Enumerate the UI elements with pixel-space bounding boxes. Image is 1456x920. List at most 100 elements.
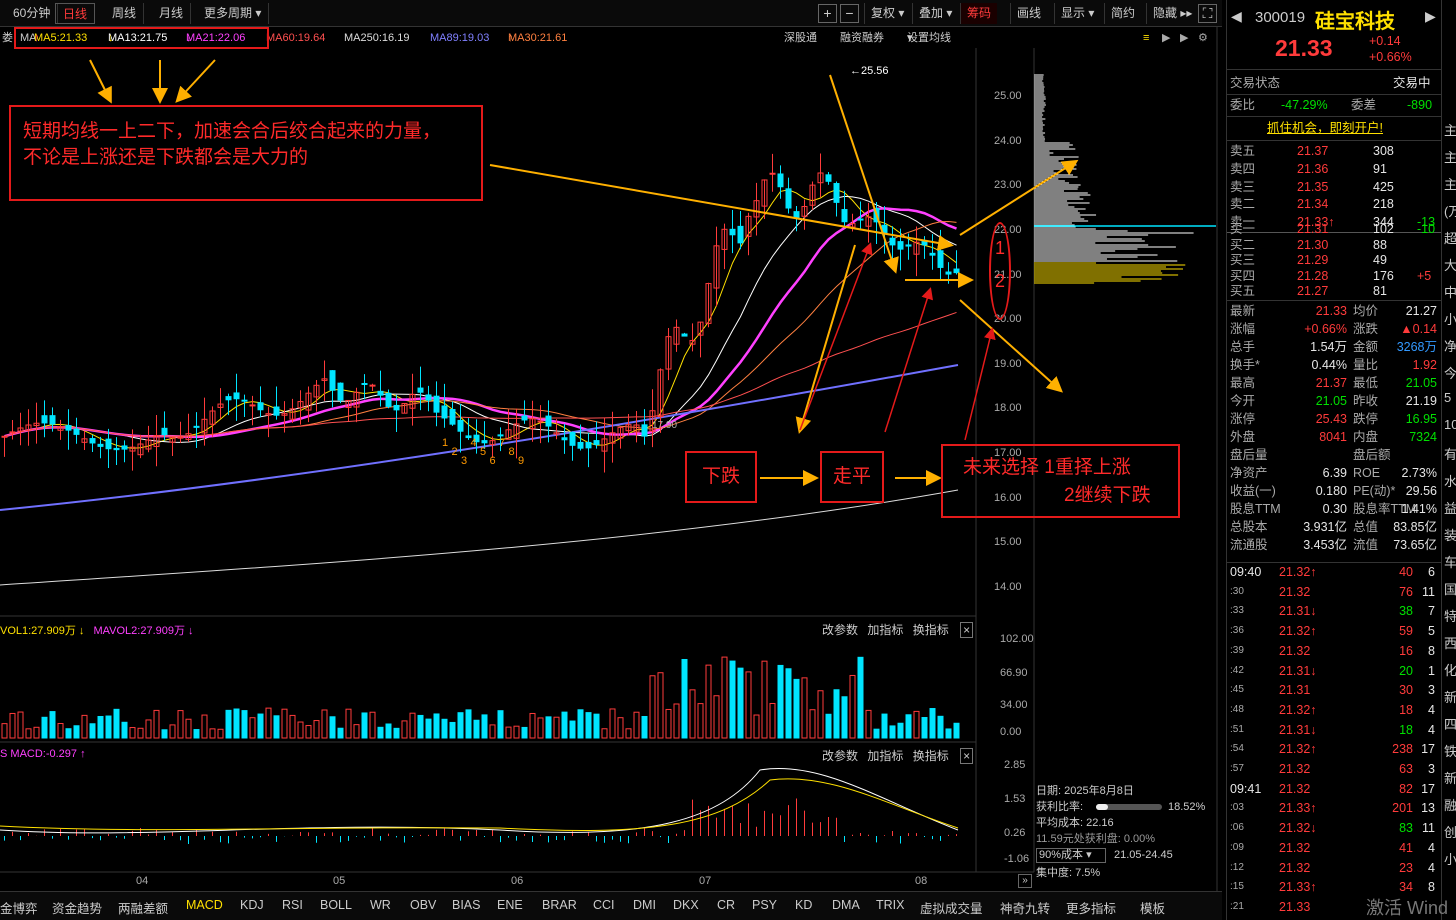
indicator-tab[interactable]: KD [795,898,812,912]
indicator-tab[interactable]: WR [370,898,391,912]
indicator-tab[interactable]: BRAR [542,898,577,912]
macd-switch-indicator[interactable]: 换指标 [913,749,949,763]
indicator-tab[interactable]: 金博弈 [0,898,38,917]
stat-row: 股息TTM 0.30 股息率TTM 1.41% [1227,500,1441,518]
promo-link[interactable]: 抓住机会，即刻开户! [1267,119,1383,137]
far-right-char: 四 [1444,717,1456,732]
indicator-tab[interactable]: DMA [832,898,860,912]
volume-bar [929,708,936,739]
count-label: 2 [452,446,458,458]
far-right-char: 主 [1444,177,1456,192]
ask-volume: 218 [1373,197,1394,212]
volume-bar [297,721,304,739]
volume-bar [617,717,624,739]
volume-bar [313,720,320,739]
tick-volume: 59 [1399,624,1413,639]
candle-body [945,271,952,275]
macd-add-indicator[interactable]: 加指标 [867,749,903,763]
vol-change-params[interactable]: 改参数 [822,623,858,637]
vol-close-icon[interactable]: × [960,622,974,638]
indicator-tab[interactable]: KDJ [240,898,264,912]
macd-tick: 1.53 [1004,793,1026,805]
candle-body [89,438,96,444]
volume-bar [289,714,296,739]
tick-price: 21.32↑ [1279,624,1317,639]
stat-value: 0.44% [1311,358,1347,372]
stat-label: 均价 [1353,304,1379,318]
volume-bar [897,722,904,739]
stat-label: 最低 [1353,376,1379,390]
stat-value: 3.453亿 [1303,538,1347,552]
tick-price: 21.32 [1279,643,1311,658]
macd-text: MACD:-0.297 [10,748,78,760]
stat-label: 股息TTM [1230,502,1281,516]
tick-time: :03 [1230,802,1244,814]
indicator-tab[interactable]: 两融差额 [118,898,168,917]
macd-change-params[interactable]: 改参数 [822,749,858,763]
tick-price: 21.32↑ [1279,565,1317,579]
stat-label: 盘后量 [1230,448,1268,462]
indicator-tab[interactable]: 资金趋势 [52,898,102,917]
volume-bar [545,716,552,739]
candle-body [121,445,128,450]
indicator-tab[interactable]: CCI [593,898,615,912]
indicator-tab[interactable]: TRIX [876,898,904,912]
vol-add-indicator[interactable]: 加指标 [867,623,903,637]
indicator-tab[interactable]: ENE [497,898,523,912]
ma-line [4,207,957,439]
annotation-red-arrow [884,287,934,433]
indicator-tab[interactable]: 模板 [1140,898,1165,917]
bid-volume: 81 [1373,284,1387,298]
volume-bar [505,726,512,739]
far-right-char: 新 [1444,771,1456,786]
volume-bar [625,728,632,739]
volume-bar [81,714,88,739]
indicator-tab[interactable]: DKX [673,898,699,912]
indicator-tab[interactable]: BIAS [452,898,481,912]
stat-label: 金额 [1353,340,1379,354]
macd-tick: 0.26 [1004,827,1026,839]
indicator-tab[interactable]: DMI [633,898,656,912]
stat-row: 涨幅 +0.66% 涨跌 ▲0.14 [1227,320,1441,338]
tick-time: :54 [1230,743,1244,755]
indicator-tab[interactable]: CR [717,898,735,912]
indicator-tab[interactable]: PSY [752,898,777,912]
ask-row[interactable]: 卖二 21.34 218 [1227,195,1441,213]
weibi-label: 委比 [1230,98,1256,112]
ask-row[interactable]: 卖三 21.35 425 [1227,178,1441,196]
stat-row: 流通股 3.453亿 流值 73.65亿 [1227,536,1441,554]
volume-bar [105,715,112,739]
chip-cost-select[interactable]: 90%成本 ▾ [1036,848,1106,863]
indicator-tab[interactable]: OBV [410,898,436,912]
macd-close-icon[interactable]: × [960,748,974,764]
indicator-tab[interactable]: BOLL [320,898,352,912]
volume-bar [601,728,608,739]
indicator-tab[interactable]: 更多指标 [1066,898,1116,917]
candle-body [233,392,240,400]
expand-icon[interactable]: » [1018,874,1032,888]
volume-bar [561,711,568,739]
indicator-tab[interactable]: 神奇九转 [1000,898,1050,917]
tick-price: 21.33↑ [1279,801,1317,816]
indicator-tab[interactable]: 虚拟成交量 [920,898,983,917]
tick-row: :12 21.32 23 4 [1227,859,1441,877]
stat-label: 量比 [1353,358,1379,372]
far-right-char: 大 [1444,258,1456,273]
next-stock-icon[interactable]: ▶ [1425,8,1436,25]
annotation-choice-ellipse: 1 2 [989,222,1011,320]
indicator-tab[interactable]: MACD [186,898,223,912]
volume-bar [497,710,504,739]
ask-row[interactable]: 卖四 21.36 91 [1227,160,1441,178]
volume-bar [761,660,768,739]
bid-row[interactable]: 买五 21.27 81 [1227,282,1441,300]
indicator-tab[interactable]: RSI [282,898,303,912]
stat-value: 21.27 [1405,304,1437,318]
ask-row[interactable]: 卖五 21.37 308 [1227,142,1441,160]
tick-row: 09:41 21.32 82 17 [1227,780,1441,798]
annotation-arrow [795,244,856,434]
vol-switch-indicator[interactable]: 换指标 [913,623,949,637]
candle-body [417,387,424,393]
prev-stock-icon[interactable]: ◀ [1231,8,1242,25]
candle-body [857,218,864,221]
candle-body [785,188,792,209]
